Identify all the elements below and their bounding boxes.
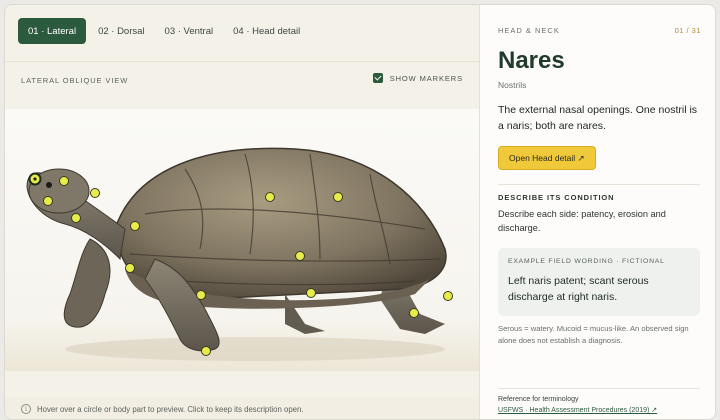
open-head-detail-button[interactable]: Open Head detail ↗ [498, 146, 596, 170]
description: The external nasal openings. One nostril… [498, 104, 698, 132]
divider [498, 184, 700, 185]
condition-instructions: Describe each side: patency, erosion and… [498, 209, 666, 233]
marker-forefoot[interactable] [201, 346, 211, 356]
marker-eye[interactable] [59, 176, 69, 186]
marker-hindlimb[interactable] [409, 308, 419, 318]
show-markers-checkbox[interactable] [372, 73, 383, 83]
tab-lateral[interactable]: 01 · Lateral [18, 18, 87, 44]
hint-bar: i Hover over a circle or body part to pr… [5, 397, 479, 419]
example-wording-card: EXAMPLE FIELD WORDING · FICTIONAL Left n… [498, 248, 700, 316]
tab-ventral[interactable]: 03 · Ventral [157, 18, 222, 44]
detail-panel: HEAD & NECK 01 / 31 Nares Nostrils The e… [479, 5, 715, 419]
tortoise-illustration [26, 147, 453, 361]
marker-bridge[interactable] [306, 288, 316, 298]
marker-neck[interactable] [71, 213, 81, 223]
example-text: Left naris patent; scant serous discharg… [508, 275, 649, 303]
app-window: 01 · Lateral 02 · Dorsal 03 · Ventral 04… [4, 4, 716, 420]
info-icon: i [21, 404, 31, 414]
tortoise-image-stage [5, 109, 479, 371]
common-name: Nostrils [498, 80, 527, 90]
terminology-note: Serous = watery. Mucoid = mucus-like. An… [498, 324, 689, 345]
divider [498, 388, 700, 389]
specimen-viewer: 01 · Lateral 02 · Dorsal 03 · Ventral 04… [5, 5, 479, 419]
viewer-toolbar: LATERAL OBLIQUE VIEW SHOW MARKERS [5, 61, 479, 97]
reference-heading: Reference for terminology [498, 396, 579, 403]
tab-dorsal[interactable]: 02 · Dorsal [90, 18, 152, 44]
marker-ear[interactable] [90, 188, 100, 198]
marker-carapace-front[interactable] [265, 192, 275, 202]
example-heading: EXAMPLE FIELD WORDING · FICTIONAL [508, 258, 665, 265]
condition-heading: DESCRIBE ITS CONDITION [498, 193, 615, 202]
marker-tail[interactable] [443, 291, 453, 301]
marker-shoulder[interactable] [130, 221, 140, 231]
marker-marginal[interactable] [295, 251, 305, 261]
view-label: LATERAL OBLIQUE VIEW [21, 76, 129, 85]
tab-head-detail[interactable]: 04 · Head detail [225, 18, 308, 44]
hint-text: Hover over a circle or body part to prev… [37, 404, 304, 414]
marker-carapace-rear[interactable] [333, 192, 343, 202]
marker-forelimb[interactable] [125, 263, 135, 273]
view-tabs: 01 · Lateral 02 · Dorsal 03 · Ventral 04… [18, 18, 312, 44]
marker-mouth[interactable] [43, 196, 53, 206]
item-counter: 01 / 31 [674, 26, 701, 35]
marker-elbow[interactable] [196, 290, 206, 300]
region-label: HEAD & NECK [498, 26, 560, 35]
page-title: Nares [498, 47, 565, 74]
show-markers-toggle[interactable]: SHOW MARKERS [372, 73, 463, 83]
show-markers-label: SHOW MARKERS [389, 73, 463, 83]
reference-link[interactable]: USFWS · Health Assessment Procedures (20… [498, 406, 657, 414]
